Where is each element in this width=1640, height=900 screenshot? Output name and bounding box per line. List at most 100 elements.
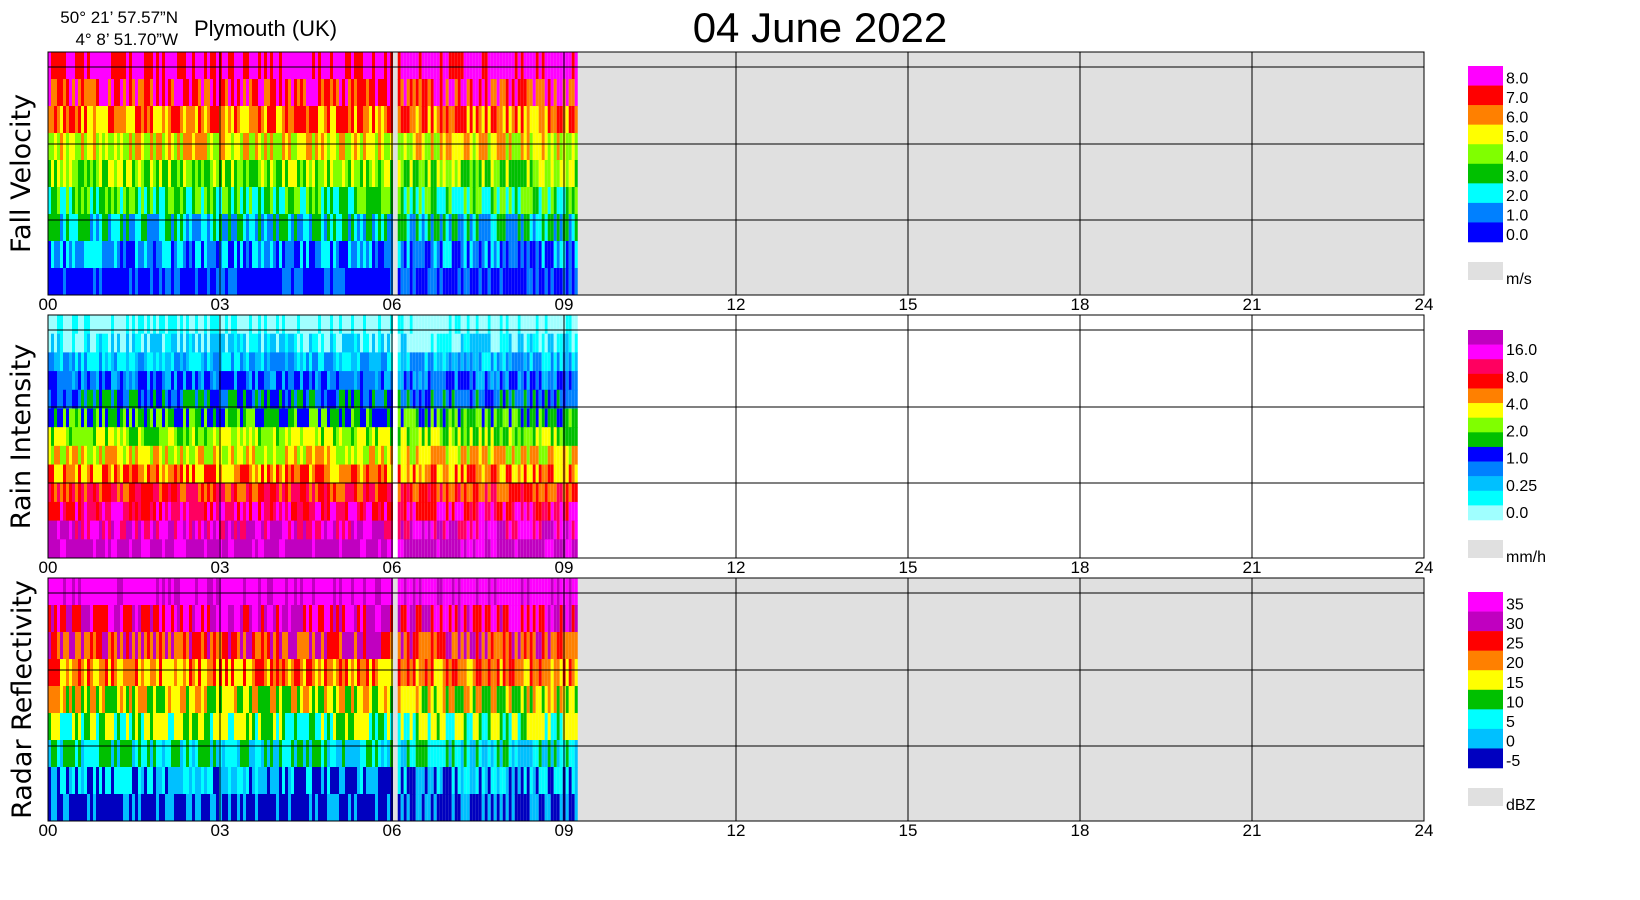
rain-intensity-data-cell (514, 445, 518, 466)
rain-intensity-data-cell (481, 333, 485, 353)
radar-reflectivity-data-cell (177, 578, 180, 606)
fall-velocity-data-cell (550, 106, 554, 134)
fall-velocity-data-cell (144, 214, 147, 242)
rain-intensity-data-cell (448, 352, 452, 372)
radar-reflectivity-data-cell (237, 578, 240, 606)
fall-velocity-data-cell (171, 214, 174, 242)
rain-intensity-data-cell (451, 371, 455, 391)
radar-reflectivity-data-cell (375, 686, 378, 714)
rain-intensity-data-cell (321, 315, 324, 335)
fall-velocity-data-cell (481, 106, 485, 134)
radar-reflectivity-data-cell (60, 686, 63, 714)
radar-reflectivity-data-cell (144, 659, 147, 687)
rain-intensity-data-cell (439, 333, 443, 353)
fall-velocity-data-cell (51, 268, 54, 296)
fall-velocity-data-cell (222, 241, 225, 269)
rain-intensity-data-cell (273, 464, 276, 484)
fall-velocity-data-cell (547, 133, 551, 161)
fall-velocity-data-cell (279, 79, 282, 107)
rain-intensity-data-cell (180, 520, 183, 540)
rain-intensity-data-cell (430, 315, 434, 335)
rain-intensity-data-cell (451, 483, 455, 503)
rain-intensity-data-cell (246, 539, 249, 559)
rain-intensity-data-cell (565, 389, 569, 409)
rain-intensity-data-cell (490, 445, 494, 466)
fall-velocity-data-cell (348, 133, 351, 161)
fall-velocity-data-cell (372, 214, 375, 242)
fall-velocity-data-cell (484, 52, 488, 80)
rain-intensity-data-cell (324, 427, 327, 447)
rain-intensity-data-cell (333, 464, 336, 484)
rain-intensity-data-cell (60, 464, 63, 484)
rain-intensity-data-cell (297, 539, 300, 559)
fall-velocity-data-cell (69, 187, 72, 215)
radar-reflectivity-data-cell (237, 686, 240, 714)
rain-intensity-data-cell (418, 483, 422, 503)
fall-velocity-data-cell (66, 241, 69, 269)
rain-intensity-data-cell (436, 445, 440, 466)
radar-reflectivity-data-cell (255, 659, 258, 687)
fall-velocity-data-cell (201, 160, 204, 188)
radar-reflectivity-data-cell (195, 740, 198, 768)
rain-intensity-data-cell (493, 427, 497, 447)
rain-intensity-data-cell (300, 408, 303, 428)
rain-intensity-data-cell (553, 371, 557, 391)
rain-intensity-colorbar-swatch (1468, 359, 1503, 375)
fall-velocity-data-cell (147, 241, 150, 269)
fall-velocity-data-cell (381, 187, 384, 215)
radar-reflectivity-data-cell (372, 740, 375, 768)
fall-velocity-data-cell (72, 52, 75, 80)
rain-intensity-data-cell (111, 427, 114, 447)
radar-reflectivity-data-cell (312, 686, 315, 714)
rain-intensity-data-cell (294, 333, 297, 353)
rain-intensity-data-cell (105, 352, 108, 372)
rain-intensity-data-cell (517, 315, 521, 335)
rain-intensity-data-cell (228, 501, 231, 522)
rain-intensity-data-cell (448, 333, 452, 353)
fall-velocity-data-cell (90, 187, 93, 215)
rain-intensity-data-cell (243, 539, 246, 559)
fall-velocity-data-cell (333, 52, 336, 80)
rain-intensity-data-cell (514, 501, 518, 522)
rain-intensity-data-cell (177, 464, 180, 484)
fall-velocity-data-cell (111, 214, 114, 242)
rain-intensity-data-cell (571, 464, 575, 484)
radar-reflectivity-data-cell (60, 794, 63, 822)
rain-intensity-data-cell (517, 520, 521, 540)
radar-reflectivity-data-cell (333, 659, 336, 687)
fall-velocity-data-cell (354, 187, 357, 215)
fall-velocity-data-cell (315, 79, 318, 107)
rain-intensity-data-cell (195, 352, 198, 372)
fall-velocity-data-cell (216, 241, 219, 269)
rain-intensity-data-cell (421, 520, 425, 540)
fall-velocity-data-cell (430, 106, 434, 134)
radar-reflectivity-data-cell (252, 659, 255, 687)
radar-reflectivity-data-cell (213, 794, 216, 822)
rain-intensity-data-cell (132, 445, 135, 466)
radar-reflectivity-data-cell (249, 713, 252, 741)
fall-velocity-data-cell (421, 268, 425, 296)
radar-reflectivity-data-cell (69, 767, 72, 795)
fall-velocity-data-cell (60, 79, 63, 107)
rain-intensity-data-cell (198, 333, 201, 353)
rain-intensity-data-cell (439, 501, 443, 522)
rain-intensity-data-cell (460, 389, 464, 409)
rain-intensity-data-cell (508, 408, 512, 428)
fall-velocity-data-cell (114, 79, 117, 107)
radar-reflectivity-data-cell (129, 767, 132, 795)
radar-reflectivity-data-cell (228, 794, 231, 822)
fall-velocity-data-cell (198, 160, 201, 188)
radar-reflectivity-data-cell (363, 713, 366, 741)
radar-reflectivity-data-cell (213, 686, 216, 714)
fall-velocity-data-cell (406, 133, 410, 161)
rain-intensity-data-cell (360, 333, 363, 353)
rain-intensity-data-cell (135, 389, 138, 409)
rain-intensity-data-cell (54, 483, 57, 503)
rain-intensity-data-cell (156, 333, 159, 353)
radar-reflectivity-data-cell (183, 713, 186, 741)
rain-intensity-data-cell (574, 371, 578, 391)
rain-intensity-data-cell (186, 333, 189, 353)
rain-intensity-data-cell (123, 520, 126, 540)
rain-intensity-data-cell (342, 539, 345, 559)
rain-intensity-data-cell (57, 408, 60, 428)
